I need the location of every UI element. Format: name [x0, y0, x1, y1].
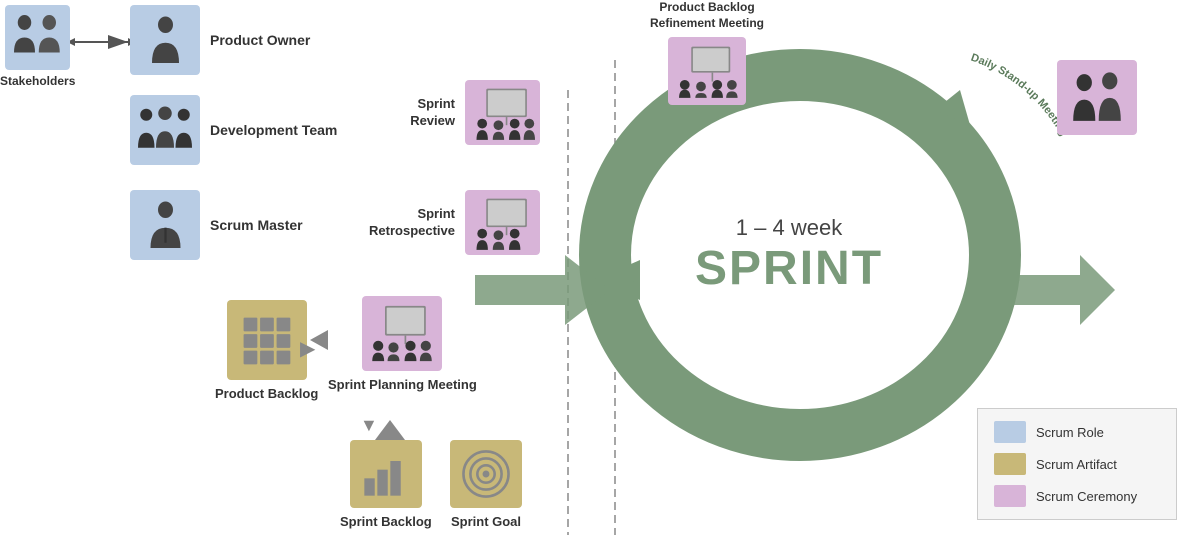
sprint-goal-label: Sprint Goal: [451, 514, 521, 531]
pb-to-sp-arrow: ▶: [300, 336, 315, 361]
product-backlog-label: Product Backlog: [215, 386, 318, 403]
sprint-retrospective-icon: [465, 190, 540, 255]
sprint-review-label: SprintReview: [370, 96, 455, 130]
legend: Scrum Role Scrum Artifact Scrum Ceremony: [977, 408, 1177, 520]
daily-standup-icon: [1057, 60, 1137, 135]
sprint-retrospective-label: SprintRetrospective: [345, 206, 455, 240]
product-owner-icon: [130, 5, 200, 75]
product-owner-item: Product Owner: [130, 5, 310, 75]
legend-artifact-item: Scrum Artifact: [994, 453, 1160, 475]
sprint-planning-label: Sprint Planning Meeting: [328, 377, 477, 394]
development-team-item: Development Team: [130, 95, 337, 165]
sp-to-sb-arrow: ▼: [360, 415, 378, 436]
sprint-backlog-item: Sprint Backlog: [340, 440, 432, 531]
sprint-review-icon: [465, 80, 540, 145]
development-team-icon: [130, 95, 200, 165]
product-owner-label: Product Owner: [210, 31, 310, 49]
sprint-goal-icon: [450, 440, 522, 508]
sprint-backlog-label: Sprint Backlog: [340, 514, 432, 531]
legend-role-color: [994, 421, 1026, 443]
sprint-review-item: SprintReview: [370, 80, 540, 145]
scrum-master-icon: [130, 190, 200, 260]
scrum-diagram: Daily Stand-up Meeting Stakeholders Prod…: [0, 0, 1187, 535]
sprint-planning-icon: [362, 296, 442, 371]
legend-artifact-color: [994, 453, 1026, 475]
refinement-meeting-item: Product BacklogRefinement Meeting: [650, 0, 764, 105]
daily-standup-item: [1057, 60, 1137, 135]
stakeholders-label: Stakeholders: [0, 74, 75, 88]
refinement-meeting-label: Product BacklogRefinement Meeting: [650, 0, 764, 31]
scrum-master-label: Scrum Master: [210, 216, 303, 234]
stakeholders-icon: [5, 5, 70, 70]
development-team-label: Development Team: [210, 121, 337, 139]
product-backlog-icon: [227, 300, 307, 380]
svg-text:Daily Stand-up Meeting: Daily Stand-up Meeting: [969, 52, 1069, 138]
sprint-goal-item: Sprint Goal: [450, 440, 522, 531]
sprint-word: SPRINT: [695, 241, 883, 296]
sprint-label-container: 1 – 4 week SPRINT: [695, 215, 883, 296]
legend-ceremony-item: Scrum Ceremony: [994, 485, 1160, 507]
refinement-meeting-icon: [668, 37, 746, 105]
legend-role-item: Scrum Role: [994, 421, 1160, 443]
stakeholders-section: Stakeholders: [0, 5, 75, 88]
scrum-master-item: Scrum Master: [130, 190, 303, 260]
sprint-backlog-icon: [350, 440, 422, 508]
legend-role-label: Scrum Role: [1036, 425, 1104, 440]
sprint-duration: 1 – 4 week: [695, 215, 883, 241]
legend-ceremony-color: [994, 485, 1026, 507]
sprint-planning-item: Sprint Planning Meeting: [328, 296, 477, 394]
legend-ceremony-label: Scrum Ceremony: [1036, 489, 1137, 504]
sprint-retrospective-item: SprintRetrospective: [345, 190, 540, 255]
legend-artifact-label: Scrum Artifact: [1036, 457, 1117, 472]
